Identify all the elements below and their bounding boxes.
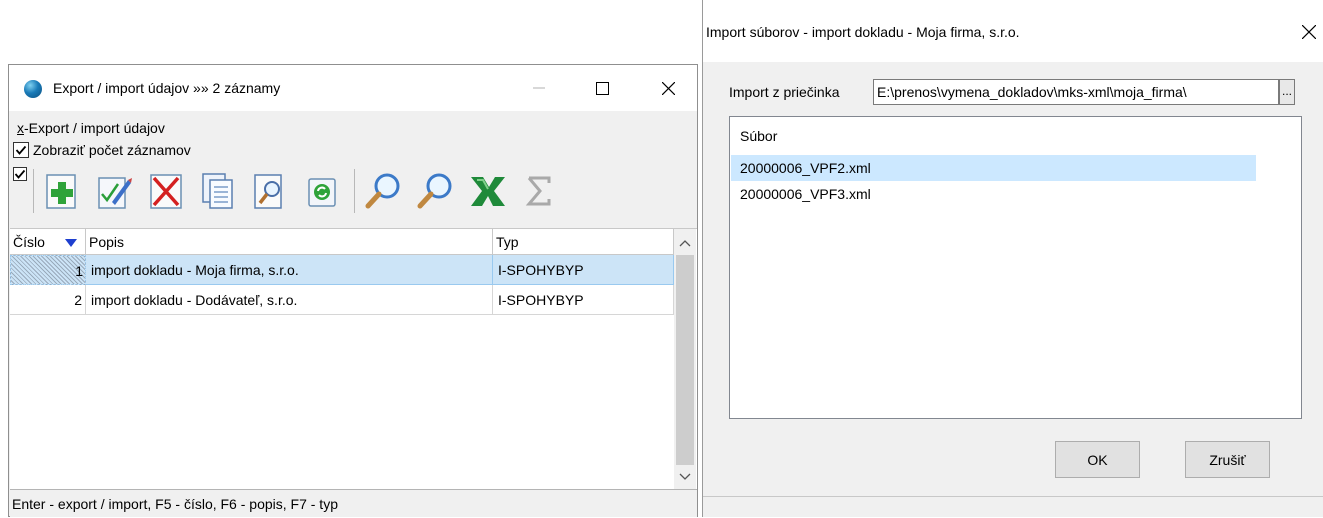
minimize-button[interactable] (516, 65, 562, 111)
cell-popis[interactable]: import dokladu - Moja firma, s.r.o. (86, 255, 493, 285)
cell-cislo[interactable]: 2 (10, 285, 86, 315)
minimize-icon (533, 87, 545, 89)
vertical-scrollbar[interactable] (674, 229, 696, 491)
delete-button[interactable] (146, 169, 186, 213)
dialog-close-button[interactable] (1297, 20, 1321, 44)
sum-button[interactable] (519, 169, 559, 213)
folder-path-input[interactable]: E:\prenos\vymena_dokladov\mks-xml\moja_f… (873, 79, 1279, 105)
column-header-typ[interactable]: Typ (493, 229, 674, 255)
search-next-button[interactable] (415, 169, 455, 213)
column-label: Typ (496, 234, 519, 250)
cell-popis[interactable]: import dokladu - Dodávateľ, s.r.o. (86, 285, 493, 315)
toolbar-separator (354, 169, 355, 213)
ok-button[interactable]: OK (1055, 441, 1140, 478)
close-button[interactable] (645, 65, 691, 111)
column-header-popis[interactable]: Popis (86, 229, 493, 255)
cell-typ[interactable]: I-SPOHYBYP (493, 285, 674, 315)
checkmark-icon (15, 145, 27, 155)
copy-button[interactable] (198, 169, 238, 213)
table-row[interactable]: 2 import dokladu - Dodávateľ, s.r.o. I-S… (10, 285, 674, 315)
divider (703, 496, 1323, 497)
list-item[interactable]: 20000006_VPF3.xml (731, 181, 1256, 207)
cell-typ[interactable]: I-SPOHYBYP (493, 255, 674, 285)
maximize-icon (595, 81, 609, 95)
close-icon (661, 81, 675, 95)
sum-icon (525, 176, 551, 206)
show-count-label: Zobraziť počet záznamov (33, 142, 191, 158)
excel-icon (471, 177, 505, 206)
add-button[interactable] (42, 169, 82, 213)
cancel-button[interactable]: Zrušiť (1185, 441, 1270, 478)
copy-icon (202, 173, 233, 209)
column-label: Popis (89, 234, 125, 250)
show-count-checkbox[interactable]: Zobraziť počet záznamov (13, 142, 191, 158)
menu-export-import[interactable]: x-Export / import údajov (17, 120, 165, 136)
status-bar: Enter - export / import, F5 - číslo, F6 … (10, 489, 697, 517)
delete-icon (150, 174, 182, 209)
export-import-window: Export / import údajov »» 2 záznamy x-Ex… (8, 64, 698, 517)
column-header-cislo[interactable]: Číslo (10, 229, 86, 255)
maximize-button[interactable] (579, 65, 625, 111)
dialog-title: Import súborov - import dokladu - Moja f… (706, 24, 1020, 40)
excel-export-button[interactable] (467, 169, 507, 213)
column-label: Číslo (13, 234, 45, 250)
list-header: Súbor (740, 128, 778, 144)
records-table: Číslo Popis Typ 1 import dokladu - Moja … (10, 228, 697, 491)
file-list[interactable]: Súbor 20000006_VPF2.xml 20000006_VPF3.xm… (729, 116, 1302, 419)
checkbox-box[interactable] (13, 142, 29, 158)
dialog-title-bar[interactable]: Import súborov - import dokladu - Moja f… (703, 0, 1323, 62)
title-bar[interactable]: Export / import údajov »» 2 záznamy (9, 65, 697, 111)
window-title: Export / import údajov »» 2 záznamy (53, 80, 281, 96)
edit-button[interactable] (94, 169, 134, 213)
preview-icon (254, 174, 282, 209)
sort-desc-icon (65, 239, 77, 247)
browse-folder-button[interactable]: ... (1279, 79, 1295, 105)
preview-button[interactable] (250, 169, 290, 213)
search-icon (365, 173, 400, 209)
refresh-icon (308, 178, 336, 207)
edit-icon (98, 177, 132, 209)
scrollbar-thumb[interactable] (676, 255, 694, 465)
list-item[interactable]: 20000006_VPF2.xml (731, 155, 1256, 181)
table-row[interactable]: 1 import dokladu - Moja firma, s.r.o. I-… (10, 255, 674, 285)
refresh-button[interactable] (302, 169, 342, 213)
toolbar-toggle-checkbox[interactable] (13, 167, 27, 181)
scroll-down-icon (679, 473, 691, 480)
toolbar (33, 163, 571, 219)
folder-label: Import z priečinka (729, 84, 840, 100)
toolbar-separator (33, 169, 34, 213)
checkmark-icon (14, 169, 26, 179)
search-next-icon (417, 173, 452, 209)
add-icon (46, 174, 76, 209)
menu-label: -Export / import údajov (24, 120, 165, 136)
menu-accelerator: x (17, 120, 24, 136)
import-files-dialog: Import súborov - import dokladu - Moja f… (702, 0, 1323, 517)
search-button[interactable] (363, 169, 403, 213)
scroll-up-icon (679, 240, 691, 247)
cell-cislo[interactable]: 1 (10, 255, 86, 285)
app-icon (24, 80, 42, 98)
close-icon (1302, 25, 1316, 39)
